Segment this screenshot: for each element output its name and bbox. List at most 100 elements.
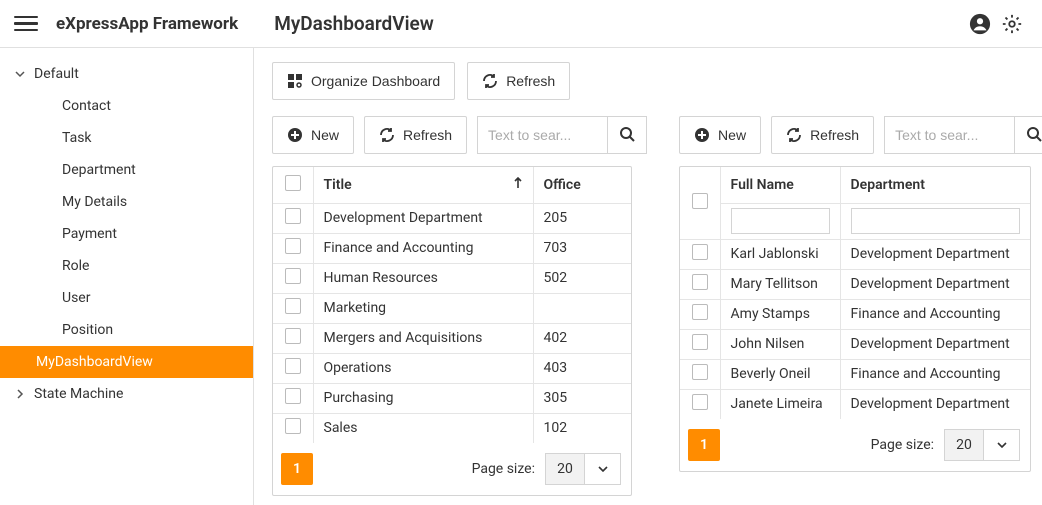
- table-row[interactable]: Development Department205: [273, 203, 631, 233]
- new-button[interactable]: New: [679, 116, 761, 154]
- column-header-department[interactable]: Department: [840, 167, 1030, 203]
- table-row[interactable]: John NilsenDevelopment Department: [680, 329, 1030, 359]
- cell-title: Finance and Accounting: [313, 233, 533, 263]
- column-header-title[interactable]: Title: [313, 167, 533, 203]
- cell-office: 402: [533, 323, 631, 353]
- new-button[interactable]: New: [272, 116, 354, 154]
- nav-item-task[interactable]: Task: [0, 122, 253, 154]
- row-checkbox[interactable]: [285, 418, 301, 434]
- nav-group-label: Default: [34, 66, 79, 82]
- cell-title: Human Resources: [313, 263, 533, 293]
- table-row[interactable]: Marketing: [273, 293, 631, 323]
- chevron-right-icon: [12, 389, 28, 399]
- page-size-dropdown[interactable]: [984, 429, 1020, 461]
- table-row[interactable]: Mary TellitsonDevelopment Department: [680, 269, 1030, 299]
- nav-item-position[interactable]: Position: [0, 314, 253, 346]
- table-row[interactable]: Purchasing305: [273, 383, 631, 413]
- table-row[interactable]: Amy StampsFinance and Accounting: [680, 299, 1030, 329]
- nav-item-label: User: [62, 290, 90, 306]
- cell-office: 502: [533, 263, 631, 293]
- nav-group-statemachine[interactable]: State Machine: [0, 378, 253, 410]
- search-input[interactable]: [477, 116, 607, 154]
- table-row[interactable]: Sales102: [273, 413, 631, 443]
- page-size-label: Page size:: [871, 437, 934, 453]
- refresh-icon: [482, 73, 498, 89]
- search-button[interactable]: [607, 116, 647, 154]
- button-label: New: [311, 127, 339, 143]
- select-all-checkbox[interactable]: [692, 193, 708, 209]
- hamburger-menu-icon[interactable]: [14, 12, 38, 36]
- refresh-button[interactable]: Refresh: [467, 62, 570, 100]
- nav-item-label: Task: [62, 130, 92, 146]
- cell-office: 102: [533, 413, 631, 443]
- nav-item-label: MyDashboardView: [36, 354, 153, 370]
- column-label: Full Name: [731, 177, 794, 193]
- table-row[interactable]: Karl JablonskiDevelopment Department: [680, 239, 1030, 269]
- table-row[interactable]: Operations403: [273, 353, 631, 383]
- nav-item-payment[interactable]: Payment: [0, 218, 253, 250]
- app-title: eXpressApp Framework: [56, 14, 238, 34]
- cell-department: Development Department: [840, 389, 1030, 419]
- cell-title: Marketing: [313, 293, 533, 323]
- column-label: Office: [544, 177, 581, 193]
- search-input[interactable]: [884, 116, 1014, 154]
- row-checkbox[interactable]: [285, 298, 301, 314]
- grid-pager: 1 Page size: 20: [680, 419, 1030, 471]
- cell-fullname: Karl Jablonski: [720, 239, 840, 269]
- filter-input-fullname[interactable]: [731, 208, 830, 234]
- nav-item-user[interactable]: User: [0, 282, 253, 314]
- row-checkbox[interactable]: [285, 208, 301, 224]
- row-checkbox[interactable]: [692, 334, 708, 350]
- row-checkbox[interactable]: [285, 358, 301, 374]
- gear-icon[interactable]: [996, 8, 1028, 40]
- table-row[interactable]: Mergers and Acquisitions402: [273, 323, 631, 353]
- table-row[interactable]: Janete LimeiraDevelopment Department: [680, 389, 1030, 419]
- cell-department: Development Department: [840, 269, 1030, 299]
- contacts-grid: Full Name Department Karl JablonskiDevel…: [679, 166, 1031, 472]
- current-page[interactable]: 1: [281, 453, 313, 485]
- row-checkbox[interactable]: [692, 364, 708, 380]
- organize-dashboard-button[interactable]: Organize Dashboard: [272, 62, 455, 100]
- nav-item-mydetails[interactable]: My Details: [0, 186, 253, 218]
- sort-asc-icon: [513, 177, 523, 193]
- row-checkbox[interactable]: [285, 328, 301, 344]
- select-all-checkbox[interactable]: [285, 175, 301, 191]
- refresh-icon: [786, 127, 802, 143]
- cell-fullname: John Nilsen: [720, 329, 840, 359]
- cell-department: Finance and Accounting: [840, 359, 1030, 389]
- view-title: MyDashboardView: [274, 12, 434, 35]
- nav-item-mydashboardview[interactable]: MyDashboardView: [0, 346, 253, 378]
- row-checkbox[interactable]: [285, 388, 301, 404]
- nav-group-default[interactable]: Default: [0, 58, 253, 90]
- cell-title: Purchasing: [313, 383, 533, 413]
- table-row[interactable]: Finance and Accounting703: [273, 233, 631, 263]
- panel-refresh-button[interactable]: Refresh: [364, 116, 467, 154]
- account-icon[interactable]: [964, 8, 996, 40]
- row-checkbox[interactable]: [692, 244, 708, 260]
- row-checkbox[interactable]: [285, 268, 301, 284]
- nav-item-contact[interactable]: Contact: [0, 90, 253, 122]
- cell-office: [533, 293, 631, 323]
- nav-item-department[interactable]: Department: [0, 154, 253, 186]
- cell-office: 403: [533, 353, 631, 383]
- current-page[interactable]: 1: [688, 429, 720, 461]
- table-row[interactable]: Beverly OneilFinance and Accounting: [680, 359, 1030, 389]
- search-button[interactable]: [1014, 116, 1042, 154]
- cell-department: Development Department: [840, 239, 1030, 269]
- filter-input-department[interactable]: [851, 208, 1021, 234]
- panel-refresh-button[interactable]: Refresh: [771, 116, 874, 154]
- cell-title: Mergers and Acquisitions: [313, 323, 533, 353]
- button-label: New: [718, 127, 746, 143]
- row-checkbox[interactable]: [692, 274, 708, 290]
- cell-office: 703: [533, 233, 631, 263]
- cell-department: Development Department: [840, 329, 1030, 359]
- table-row[interactable]: Human Resources502: [273, 263, 631, 293]
- organize-icon: [287, 73, 303, 89]
- column-header-office[interactable]: Office: [533, 167, 631, 203]
- nav-item-role[interactable]: Role: [0, 250, 253, 282]
- page-size-dropdown[interactable]: [585, 453, 621, 485]
- row-checkbox[interactable]: [692, 394, 708, 410]
- column-header-fullname[interactable]: Full Name: [720, 167, 840, 203]
- row-checkbox[interactable]: [692, 304, 708, 320]
- row-checkbox[interactable]: [285, 238, 301, 254]
